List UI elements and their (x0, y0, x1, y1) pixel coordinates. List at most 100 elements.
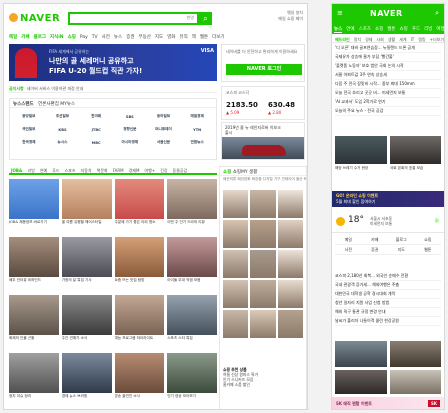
content-tab[interactable]: JOB& (11, 168, 22, 173)
shortcut-item[interactable]: 증권 (361, 245, 388, 255)
content-tab[interactable]: 연예 (40, 168, 47, 173)
tab-press-edit[interactable]: 언론사편집 (38, 102, 59, 107)
menu-icon[interactable]: ≡ (337, 9, 343, 17)
gnb-item[interactable]: 더보기 (212, 35, 224, 40)
tab-living[interactable]: 생활 (249, 170, 257, 175)
shop-categories[interactable]: 패션의류 패션잡화 화장품 디지털 가구 인테리어 출산 육아 식품 (220, 176, 306, 190)
search-button[interactable]: ⌕ (199, 12, 212, 25)
news-item[interactable]: 국내 관광객 증가세... 해외여행은 주춤 (335, 281, 441, 290)
news-item[interactable]: 해외 직구 통관 규정 변경 안내 (335, 308, 441, 317)
press-logo[interactable]: 매일경제 (181, 111, 213, 122)
press-logo[interactable]: YTN (181, 124, 213, 135)
promo-banner[interactable]: FIFA 세계에서 공유하는 나만의 골 세레머니 공유하고 FIFA U-20… (9, 44, 217, 81)
tab-my-news[interactable]: MY뉴스 (60, 102, 75, 107)
headline-item[interactable]: 'AI 교과서' 도입 2학기로 연기 (335, 98, 441, 107)
weather-more-icon[interactable]: ☼ (434, 217, 440, 225)
press-logo[interactable]: SBS (114, 111, 146, 122)
news-photo[interactable] (390, 136, 441, 164)
car-ad[interactable]: 2019년 올 뉴 레인지로버 이보크 출시 (221, 122, 305, 160)
tab-newsstand[interactable]: 뉴스스탠드 (13, 102, 34, 107)
headline-item[interactable]: 서울 아파트값 3주 연속 상승세 (335, 71, 441, 80)
content-tile[interactable]: 정치 이슈 정리 (9, 353, 59, 408)
news-menu-item[interactable]: 헤드라인 (335, 37, 350, 42)
headline-item[interactable]: 국제유가 상승에 물가 부담 '빨간불' (335, 53, 441, 62)
mobile-banner[interactable]: GO! 온라인 쇼핑 이벤트 5월 최대 할인 참여하기 (332, 191, 444, 207)
headline-item[interactable]: 다음 주 전국 장맛비 시작... 중부 최대 150mm (335, 80, 441, 89)
press-logo[interactable]: 머니투데이 (148, 124, 180, 135)
gnb-item[interactable]: 사전 (102, 35, 110, 40)
content-tile[interactable]: 인기 영상 모아보기 (167, 353, 217, 408)
gnb-item[interactable]: 책 (192, 35, 196, 40)
news-menu-item[interactable]: 세계 (399, 37, 406, 42)
press-logo[interactable]: 서울신문 (148, 137, 180, 148)
content-tile[interactable]: 경제 뉴스 브리핑 (61, 353, 112, 408)
gnb-item[interactable]: 메일 (9, 35, 17, 40)
shop-footer-item[interactable]: 홈카페 소품 할인 (223, 382, 305, 387)
content-tab[interactable]: FARM (113, 168, 124, 173)
weather-widget[interactable]: 18° 서울시 서초동 미세먼지 보통 ☼ (332, 211, 444, 233)
shortcut-item[interactable]: 메일 (335, 235, 362, 245)
product-image[interactable] (250, 250, 276, 278)
product-image[interactable] (223, 190, 249, 218)
news-item[interactable]: 대한민국 대학생 공학 경시대회 개막 (335, 290, 441, 299)
mobile-ad[interactable]: SK SK 매직 렌탈 이벤트 (332, 397, 444, 409)
press-logo[interactable]: 중앙일보 (13, 111, 45, 122)
news-menu-item[interactable]: 생활 (388, 37, 395, 42)
news-item[interactable]: 코스피 2,180선 회복... 외국인 순매수 전환 (335, 272, 441, 281)
news-photo[interactable] (390, 341, 441, 367)
content-tab[interactable]: 여행+ (144, 168, 155, 173)
content-tile[interactable]: 스포츠 스타 특집 (167, 295, 217, 350)
gnb-item[interactable]: 블로그 (34, 35, 46, 40)
product-image[interactable] (277, 190, 303, 218)
news-item[interactable]: 청년 일자리 지원 사업 신청 방법 (335, 299, 441, 308)
product-image[interactable] (277, 250, 303, 278)
press-logo[interactable]: 국민일보 (13, 124, 45, 135)
gnb-item[interactable]: 증권 (126, 35, 134, 40)
content-tile[interactable]: 예능 프로그램 하이라이트 (114, 295, 165, 350)
news-menu-item[interactable]: 랭킹 (418, 37, 425, 42)
gnb-item[interactable]: 쇼핑 (68, 35, 76, 40)
gnb-item[interactable]: 영화 (167, 35, 175, 40)
tab-shopping-my[interactable]: 쇼핑MY (233, 170, 248, 175)
content-tab[interactable]: 자동차 (81, 168, 92, 173)
press-logo[interactable]: MBC (80, 137, 112, 148)
news-menu-item[interactable]: +더보기 (430, 37, 444, 42)
mobile-logo[interactable]: NAVER (370, 9, 403, 18)
press-logo[interactable]: 아시아경제 (114, 137, 146, 148)
mobile-tab[interactable]: 쇼핑 (375, 27, 383, 32)
press-logo[interactable]: 조선일보 (47, 111, 79, 122)
content-tab[interactable]: 건강 (160, 168, 167, 173)
content-tile[interactable]: 아이돌 무대 직캠 모음 (167, 237, 217, 292)
mobile-tab[interactable]: 연예 (346, 27, 354, 32)
mobile-tab[interactable]: 여행 (436, 27, 444, 32)
content-tile[interactable]: 요즘 뜨는 맛집 탐방 (114, 237, 165, 292)
product-image[interactable] (250, 220, 276, 248)
shortcut-item[interactable]: 사전 (335, 245, 362, 255)
gnb-item[interactable]: 지식iN (50, 35, 64, 40)
shortcut-item[interactable]: 웹툰 (414, 245, 441, 255)
content-tile[interactable]: JOB& 채용정보 바로가기 (9, 179, 59, 234)
product-image[interactable] (250, 310, 276, 338)
news-photo[interactable] (335, 136, 387, 164)
search-input[interactable]: 한영 (68, 12, 199, 25)
mobile-tab[interactable]: 리빙 (424, 27, 432, 32)
service-links[interactable]: 메일 쇼핑 페이 (253, 16, 303, 22)
content-tab[interactable]: 경제M (129, 168, 140, 173)
press-logo[interactable]: JTBC (80, 124, 112, 135)
content-tile[interactable]: 주말에 가기 좋은 야외 명소 (114, 179, 165, 234)
mobile-tab[interactable]: 뉴스 (334, 27, 343, 33)
content-tile[interactable]: 방송 출연진 소식 (114, 353, 165, 408)
press-logo[interactable]: 한국경제 (13, 137, 45, 148)
mobile-tab[interactable]: 스포츠 (359, 27, 371, 32)
notice-bar[interactable]: 공지사항 네이버 서비스 이용약관 개정 안내 (9, 86, 217, 93)
content-tab[interactable]: 리빙 (27, 168, 34, 173)
content-tile[interactable]: 주간 연예가 소식 (61, 295, 112, 350)
product-image[interactable] (223, 310, 249, 338)
press-logo[interactable]: 연합뉴스 (181, 137, 213, 148)
content-tile[interactable]: 가정의 달 특집 기사 (61, 237, 112, 292)
shortcut-item[interactable]: 블로그 (388, 235, 415, 245)
news-photo[interactable] (390, 370, 441, 394)
content-tab[interactable]: 스포츠 (65, 168, 76, 173)
mobile-tab[interactable]: 웹툰 (387, 27, 395, 32)
mobile-tab[interactable]: 푸드 (412, 27, 420, 32)
